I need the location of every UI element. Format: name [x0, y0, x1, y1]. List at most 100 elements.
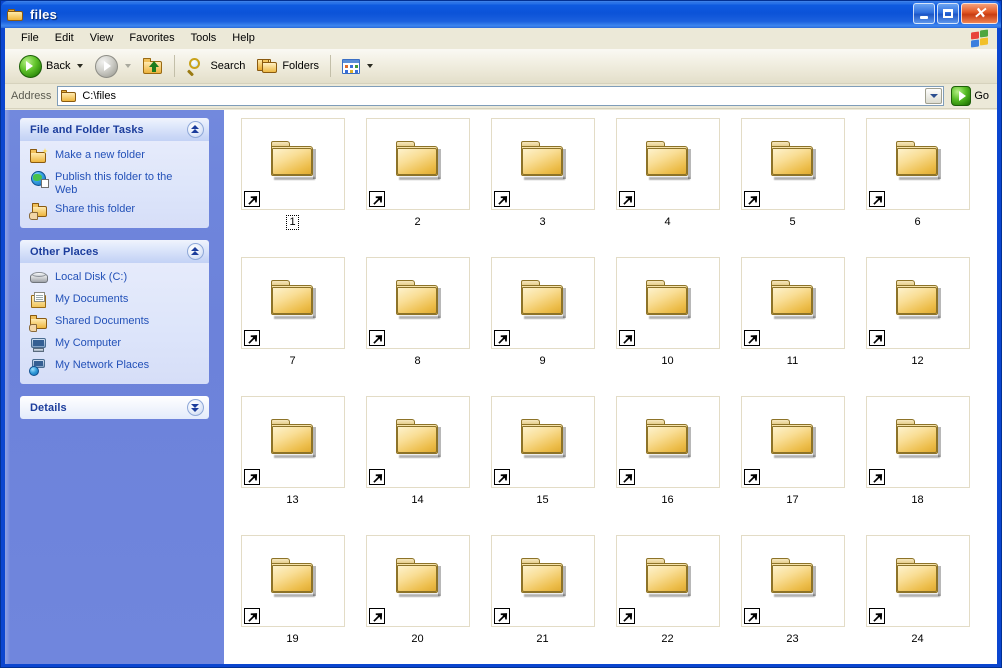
- panel-details: Details: [20, 396, 209, 419]
- file-item-thumbnail[interactable]: [865, 257, 970, 349]
- views-button[interactable]: [336, 52, 379, 80]
- shortcut-arrow-icon: [743, 469, 760, 485]
- place-my-network-places[interactable]: My Network Places: [29, 358, 201, 376]
- panel-header[interactable]: File and Folder Tasks: [20, 118, 209, 141]
- menu-favorites[interactable]: Favorites: [121, 30, 182, 48]
- place-my-computer[interactable]: My Computer: [30, 336, 201, 353]
- task-label: Make a new folder: [55, 149, 145, 161]
- file-item[interactable]: 13: [230, 396, 355, 535]
- place-local-disk-c[interactable]: Local Disk (C:): [30, 270, 201, 287]
- address-dropdown-button[interactable]: [925, 88, 943, 104]
- file-item[interactable]: 18: [855, 396, 980, 535]
- file-item[interactable]: 9: [480, 257, 605, 396]
- task-share-this-folder[interactable]: Share this folder: [29, 202, 201, 220]
- menu-tools[interactable]: Tools: [183, 30, 225, 48]
- file-item[interactable]: 8: [355, 257, 480, 396]
- file-item[interactable]: 17: [730, 396, 855, 535]
- file-item[interactable]: 15: [480, 396, 605, 535]
- file-item-thumbnail[interactable]: [615, 118, 720, 210]
- menu-help[interactable]: Help: [224, 30, 263, 48]
- file-item-thumbnail[interactable]: [490, 118, 595, 210]
- file-item[interactable]: 24: [855, 535, 980, 664]
- file-item[interactable]: 22: [605, 535, 730, 664]
- file-item[interactable]: 3: [480, 118, 605, 257]
- views-dropdown-icon[interactable]: [367, 64, 374, 68]
- up-button[interactable]: [137, 52, 169, 80]
- file-list-view[interactable]: 1 2 3 4 5 6 7 8 9 10 11 12 13 14 15 16 17 18 19 20 21 22 23 24: [224, 110, 997, 664]
- file-item-thumbnail[interactable]: [740, 118, 845, 210]
- file-item[interactable]: 19: [230, 535, 355, 664]
- file-item-thumbnail[interactable]: [240, 118, 345, 210]
- search-button[interactable]: Search: [180, 52, 251, 80]
- close-button[interactable]: ✕: [961, 3, 998, 24]
- file-item-thumbnail[interactable]: [615, 257, 720, 349]
- panel-header[interactable]: Details: [20, 396, 209, 419]
- file-item-thumbnail[interactable]: [490, 535, 595, 627]
- file-item[interactable]: 10: [605, 257, 730, 396]
- address-input[interactable]: C:\files: [57, 86, 945, 106]
- menu-file[interactable]: File: [13, 30, 47, 48]
- forward-button[interactable]: [89, 52, 137, 80]
- menu-edit[interactable]: Edit: [47, 30, 82, 48]
- folder-icon: [269, 280, 317, 320]
- file-item-thumbnail[interactable]: [740, 257, 845, 349]
- file-item-thumbnail[interactable]: [365, 118, 470, 210]
- back-button[interactable]: Back: [13, 52, 89, 80]
- file-item-thumbnail[interactable]: [740, 396, 845, 488]
- share-folder-icon: [29, 202, 48, 220]
- back-dropdown-icon[interactable]: [77, 64, 84, 68]
- file-item-thumbnail[interactable]: [740, 535, 845, 627]
- file-item-thumbnail[interactable]: [490, 396, 595, 488]
- file-item[interactable]: 6: [855, 118, 980, 257]
- file-item[interactable]: 20: [355, 535, 480, 664]
- folder-icon: [769, 419, 817, 459]
- folders-button[interactable]: Folders: [251, 52, 325, 80]
- maximize-button[interactable]: [937, 3, 959, 24]
- title-bar[interactable]: files ✕: [1, 1, 1001, 28]
- menu-bar: File Edit View Favorites Tools Help: [5, 28, 997, 49]
- file-item-thumbnail[interactable]: [240, 257, 345, 349]
- file-item-label: 11: [786, 355, 799, 367]
- place-shared-documents[interactable]: Shared Documents: [29, 314, 201, 332]
- file-item-thumbnail[interactable]: [365, 535, 470, 627]
- chevron-up-icon[interactable]: [187, 121, 204, 138]
- file-item[interactable]: 16: [605, 396, 730, 535]
- file-item-thumbnail[interactable]: [615, 535, 720, 627]
- file-item[interactable]: 11: [730, 257, 855, 396]
- file-item-thumbnail[interactable]: [865, 535, 970, 627]
- my-computer-icon: [30, 336, 48, 353]
- shortcut-arrow-icon: [368, 608, 385, 624]
- task-publish-to-web[interactable]: Publish this folder to the Web: [30, 170, 201, 197]
- file-item[interactable]: 12: [855, 257, 980, 396]
- file-item-label: 4: [664, 216, 671, 228]
- minimize-button[interactable]: [913, 3, 935, 24]
- panel-title: Other Places: [30, 245, 99, 258]
- file-item[interactable]: 2: [355, 118, 480, 257]
- file-item-thumbnail[interactable]: [240, 396, 345, 488]
- file-item-thumbnail[interactable]: [365, 257, 470, 349]
- file-item-thumbnail[interactable]: [865, 118, 970, 210]
- file-item-thumbnail[interactable]: [240, 535, 345, 627]
- menu-view[interactable]: View: [82, 30, 122, 48]
- place-my-documents[interactable]: My Documents: [30, 292, 201, 309]
- file-item[interactable]: 7: [230, 257, 355, 396]
- file-item-thumbnail[interactable]: [490, 257, 595, 349]
- file-item-thumbnail[interactable]: [615, 396, 720, 488]
- file-item[interactable]: 23: [730, 535, 855, 664]
- file-item[interactable]: 21: [480, 535, 605, 664]
- task-label: Publish this folder to the Web: [55, 171, 173, 196]
- panel-header[interactable]: Other Places: [20, 240, 209, 263]
- file-item[interactable]: 14: [355, 396, 480, 535]
- file-item[interactable]: 1: [230, 118, 355, 257]
- file-item-thumbnail[interactable]: [865, 396, 970, 488]
- chevron-down-icon[interactable]: [187, 399, 204, 416]
- file-item[interactable]: 4: [605, 118, 730, 257]
- chevron-up-icon[interactable]: [187, 243, 204, 260]
- views-icon: [342, 58, 361, 74]
- file-item-thumbnail[interactable]: [365, 396, 470, 488]
- go-button[interactable]: Go: [947, 85, 993, 107]
- file-item[interactable]: 5: [730, 118, 855, 257]
- folder-icon: [519, 280, 567, 320]
- file-item-label: 15: [536, 494, 549, 506]
- task-make-new-folder[interactable]: Make a new folder: [30, 148, 201, 165]
